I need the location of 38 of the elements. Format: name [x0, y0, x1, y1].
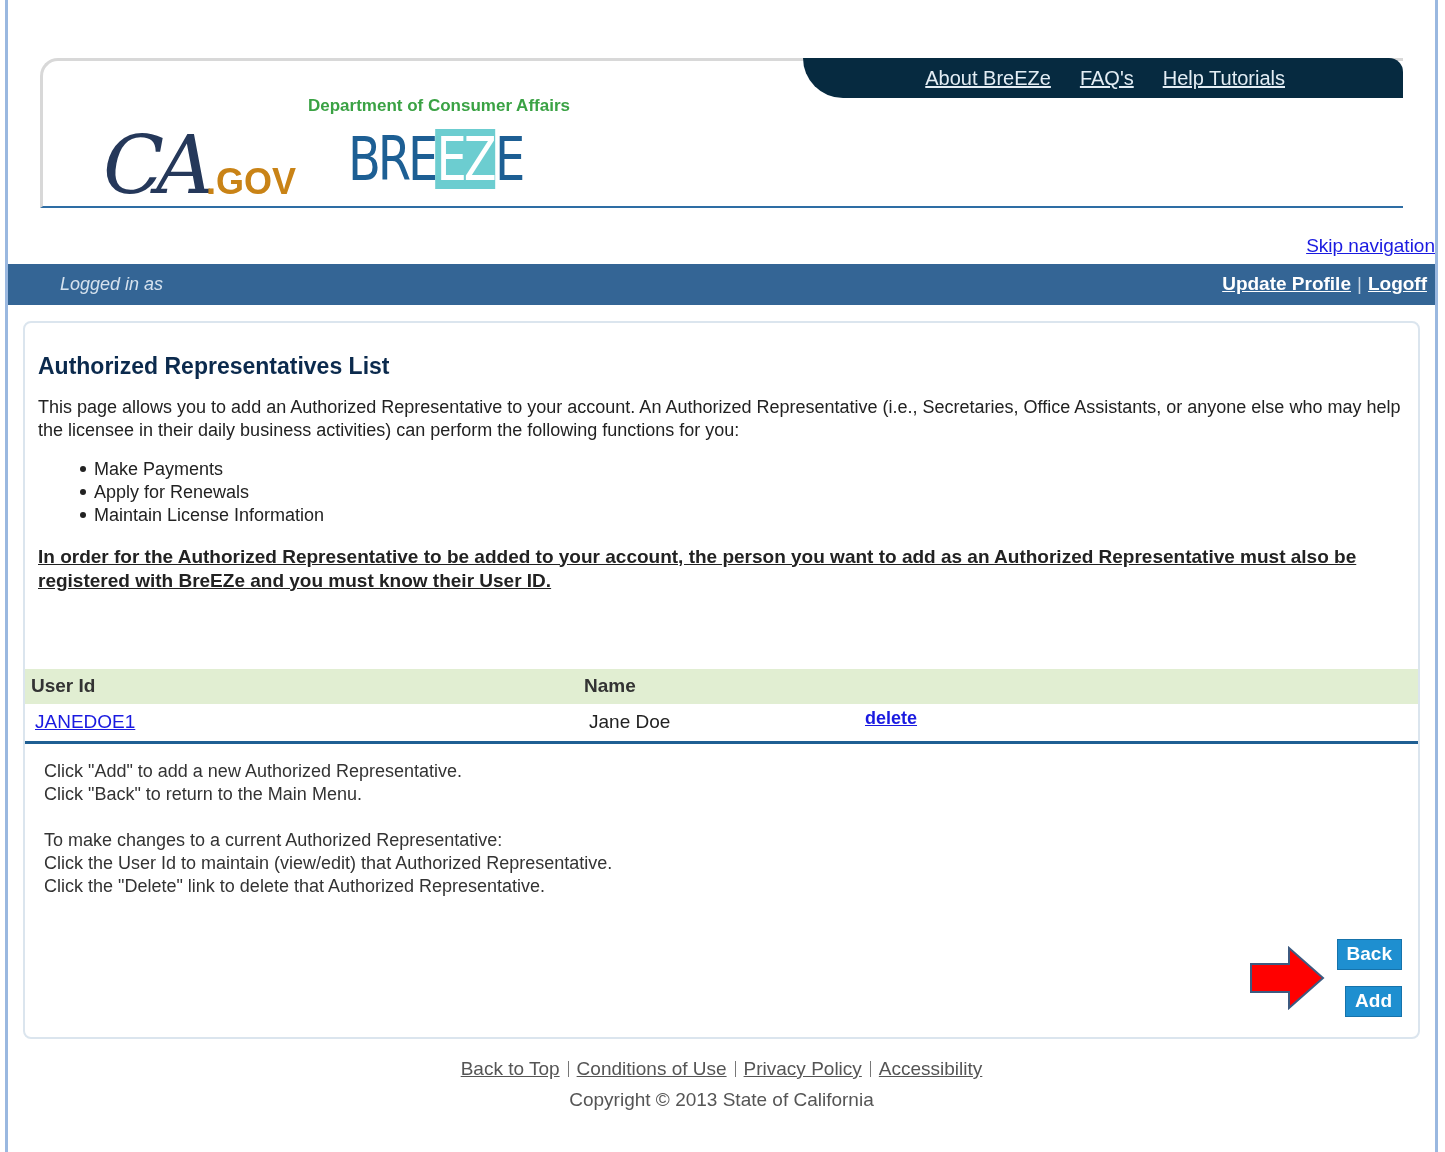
arrow-icon — [1248, 946, 1325, 1010]
breeze-logo: BREEZE — [348, 128, 524, 189]
footer-link[interactable]: Accessibility — [878, 1055, 983, 1084]
action-button[interactable]: Back — [1336, 939, 1402, 970]
footer-link[interactable]: Conditions of Use — [576, 1055, 727, 1084]
instruction-text: Click "Add" to add a new Authorized Representative. — [44, 759, 464, 783]
user-bar-link[interactable]: Logoff — [1367, 270, 1427, 299]
action-button[interactable]: Add — [1345, 986, 1402, 1017]
ca-gov-logo: CA.GOV — [102, 118, 297, 206]
footer-link[interactable]: Privacy Policy — [743, 1055, 862, 1084]
bullet-icon — [80, 466, 86, 472]
column-header: User Id — [30, 673, 97, 698]
instruction-text: To make changes to a current Authorized Representative: — [44, 828, 504, 852]
function-item: Maintain License Information — [80, 503, 1405, 527]
function-item: Apply for Renewals — [80, 480, 1405, 504]
function-item: Make Payments — [80, 457, 1405, 481]
link-separator: | — [1357, 272, 1362, 297]
logged-in-label: Logged in as — [60, 273, 164, 296]
instruction-text: Click the User Id to maintain (view/edit) that Authorized Representative. — [44, 851, 614, 875]
copyright-text: Copyright © 2013 State of California — [569, 1087, 874, 1112]
instruction-text: Click the "Delete" link to delete that Authorized Representative. — [44, 874, 547, 898]
delete-link[interactable]: delete — [865, 704, 918, 732]
user-bar-link[interactable]: Update Profile — [1222, 270, 1351, 299]
footer-link[interactable]: Back to Top — [460, 1055, 560, 1084]
name-cell-text: Jane Doe — [589, 709, 672, 734]
instruction-text: Click "Back" to return to the Main Menu. — [44, 782, 363, 806]
user-id-link[interactable]: JANEDOE1 — [25, 707, 589, 737]
nav-link[interactable]: FAQ's — [1079, 63, 1134, 93]
department-name: Department of Consumer Affairs — [308, 95, 570, 117]
notice-paragraph: In order for the Authorized Representative to be added to your account, the person you want to add as an Authorized Representative must also be registered with BreEZe and you must know their User ID. — [38, 544, 1358, 593]
bullet-icon — [80, 512, 86, 518]
column-header: Name — [584, 673, 636, 698]
intro-paragraph: This page allows you to add an Authorized Representative to your account. An Authorized Representative (i.e., Secretaries, Office Assistants, or anyone else who may help the licensee in their daily business activities) can perform the following functions for you: — [38, 395, 1402, 442]
nav-link[interactable]: About BreEZe — [925, 63, 1051, 93]
bullet-icon — [80, 489, 86, 495]
nav-link[interactable]: Help Tutorials — [1162, 63, 1285, 93]
page-title: Authorized Representatives List — [38, 352, 391, 381]
skip-navigation-link[interactable]: Skip navigation — [1306, 232, 1435, 264]
